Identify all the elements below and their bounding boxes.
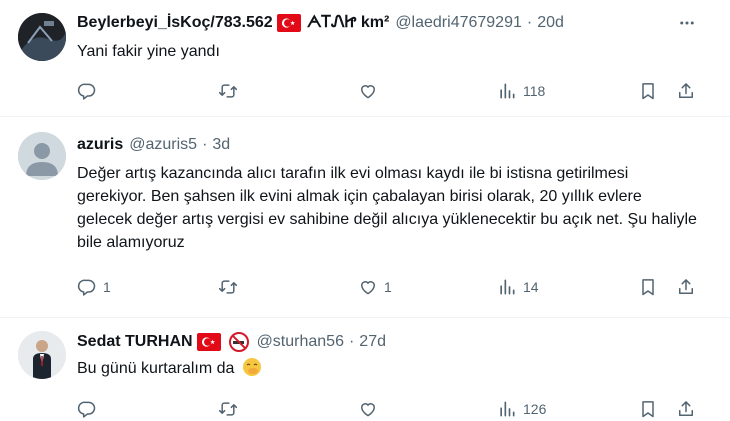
bookmark-icon (638, 81, 658, 101)
bookmark-button[interactable] (638, 397, 658, 421)
bookmark-button[interactable] (638, 275, 658, 299)
tweet[interactable]: azuris @azuris5 · 3d Değer artış kazancı… (0, 118, 730, 318)
display-name[interactable]: azuris (77, 136, 123, 154)
no-smoking-icon (228, 332, 249, 352)
avatar[interactable] (18, 331, 66, 379)
like-button[interactable]: 1 (358, 275, 392, 299)
retweet-button[interactable] (218, 275, 244, 299)
views-count: 126 (523, 401, 547, 417)
share-button[interactable] (676, 79, 696, 103)
user-handle[interactable]: @azuris5 (129, 136, 197, 154)
display-name[interactable]: Beylerbeyi_İsKoç/783.562 (77, 14, 273, 32)
share-icon (676, 81, 696, 101)
tweet-text: Bu günü kurtaralım da (77, 360, 235, 377)
bookmark-button[interactable] (638, 79, 658, 103)
tweet-text-row: Bu günü kurtaralım da (77, 357, 697, 380)
separator-dot: · (526, 14, 533, 31)
tweet-actions: 126 (0, 397, 730, 421)
share-button[interactable] (676, 397, 696, 421)
share-icon (676, 399, 696, 419)
share-icon (676, 277, 696, 297)
views-button[interactable]: 14 (497, 275, 539, 299)
display-name[interactable]: Sedat TURHAN (77, 333, 193, 351)
separator-dot: · (348, 333, 355, 350)
like-button[interactable] (358, 79, 384, 103)
smiling-face-with-hand-over-mouth-emoji (242, 358, 261, 376)
user-handle[interactable]: @sturhan56 (257, 333, 344, 351)
timestamp[interactable]: 20d (537, 14, 564, 32)
views-chart-icon (497, 277, 517, 297)
retweet-icon (218, 399, 238, 419)
reply-icon (77, 399, 97, 419)
retweet-button[interactable] (218, 79, 244, 103)
retweet-icon (218, 81, 238, 101)
turkey-flag-icon (197, 333, 221, 351)
heart-icon (358, 81, 378, 101)
views-button[interactable]: 126 (497, 397, 546, 421)
more-options-button[interactable] (674, 13, 700, 33)
user-handle[interactable]: @laedri47679291 (395, 14, 522, 32)
avatar[interactable] (18, 132, 66, 180)
default-profile-icon (18, 132, 66, 180)
timestamp[interactable]: 3d (212, 136, 230, 154)
views-chart-icon (497, 399, 517, 419)
tweet-text: Yani fakir yine yandı (77, 43, 220, 60)
share-button[interactable] (676, 275, 696, 299)
avatar[interactable] (18, 13, 66, 61)
bookmark-icon (638, 399, 658, 419)
heart-icon (358, 277, 378, 297)
tweet-header: Beylerbeyi_İsKoç/783.562 ᗅᎢᏁᏥ km² @laedr… (77, 12, 564, 34)
tweet[interactable]: Beylerbeyi_İsKoç/783.562 ᗅᎢᏁᏥ km² @laedr… (0, 0, 730, 117)
like-count: 1 (384, 279, 392, 295)
reply-button[interactable] (77, 397, 103, 421)
turkey-flag-icon (277, 14, 301, 32)
heart-icon (358, 399, 378, 419)
views-button[interactable]: 118 (497, 79, 545, 103)
views-count: 118 (523, 83, 546, 99)
views-count: 14 (523, 279, 539, 295)
retweet-button[interactable] (218, 397, 244, 421)
more-horizontal-icon (678, 14, 696, 32)
like-button[interactable] (358, 397, 384, 421)
reply-icon (77, 81, 97, 101)
tweet-header: azuris @azuris5 · 3d (77, 134, 230, 156)
tweet-actions: 118 (0, 79, 730, 103)
tweet-actions: 1 1 14 (0, 275, 730, 299)
display-name-suffix: ᗅᎢᏁᏥ km² (306, 14, 390, 31)
reply-count: 1 (103, 279, 111, 295)
tweet-text: Değer artış kazancında alıcı tarafın ilk… (77, 165, 697, 251)
reply-icon (77, 277, 97, 297)
separator-dot: · (202, 136, 208, 153)
bookmark-icon (638, 277, 658, 297)
tweet[interactable]: Sedat TURHAN @sturhan56 · 27d Bu günü ku… (0, 319, 730, 420)
timestamp[interactable]: 27d (359, 333, 386, 351)
reply-button[interactable]: 1 (77, 275, 111, 299)
retweet-icon (218, 277, 238, 297)
tweet-header: Sedat TURHAN @sturhan56 · 27d (77, 331, 386, 353)
views-chart-icon (497, 81, 517, 101)
reply-button[interactable] (77, 79, 103, 103)
